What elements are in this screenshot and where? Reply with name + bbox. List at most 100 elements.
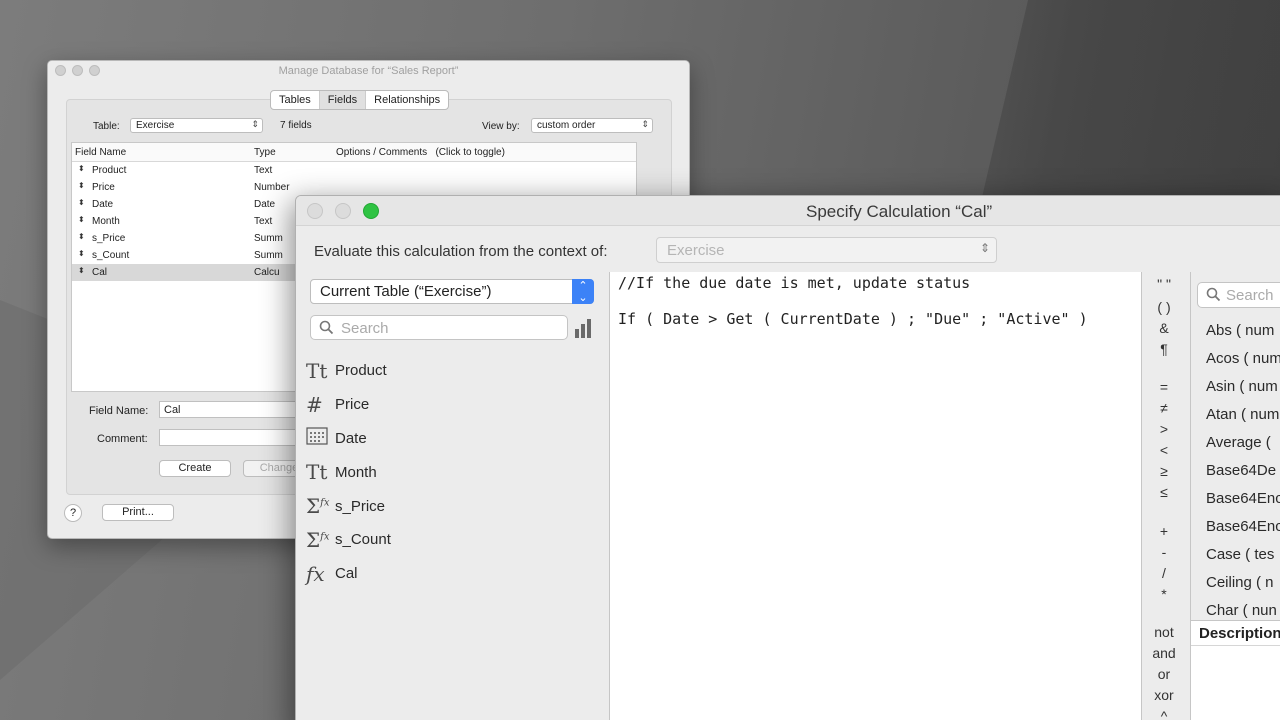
field-search-input[interactable]: Search <box>310 315 568 340</box>
operator-not[interactable]: not <box>1142 624 1186 640</box>
operator-or[interactable]: or <box>1142 666 1186 682</box>
search-icon <box>1206 287 1221 306</box>
column-header-type[interactable]: Type <box>254 147 276 158</box>
list-item[interactable]: # Price <box>306 388 391 422</box>
operator-power[interactable]: ^ <box>1142 708 1186 720</box>
minimize-button[interactable] <box>335 203 351 219</box>
list-item[interactable]: fx Cal <box>306 557 391 591</box>
operator-divide[interactable]: / <box>1142 565 1186 581</box>
fields-pane: Current Table (“Exercise”) ⌃ ⌄ Search Tt … <box>296 272 608 720</box>
specify-calculation-window: Specify Calculation “Cal” Evaluate this … <box>295 195 1280 720</box>
text-field-icon: Tt <box>306 358 328 383</box>
field-name-label: Field Name: <box>89 405 149 417</box>
field-type: Date <box>254 199 276 210</box>
print-button[interactable]: Print... <box>102 504 174 521</box>
tab-relationships[interactable]: Relationships <box>366 91 448 109</box>
view-by-value: custom order <box>537 120 596 131</box>
column-header-field-name[interactable]: Field Name <box>75 147 126 158</box>
table-row[interactable]: ⬍ Product Text <box>72 162 636 179</box>
drag-handle-icon[interactable]: ⬍ <box>78 266 85 275</box>
tab-fields[interactable]: Fields <box>319 91 367 109</box>
operator-minus[interactable]: - <box>1142 544 1186 560</box>
list-item[interactable]: Date <box>306 422 391 456</box>
formula-comment-line: //If the due date is met, update status <box>618 274 971 292</box>
operator-parentheses[interactable]: ( ) <box>1142 299 1186 315</box>
field-type: Calcu <box>254 267 280 278</box>
window-titlebar[interactable]: Specify Calculation “Cal” <box>296 196 1280 226</box>
table-select[interactable]: Current Table (“Exercise”) ⌃ ⌄ <box>310 279 594 304</box>
window-controls <box>307 203 379 219</box>
function-item[interactable]: Base64De <box>1206 462 1276 479</box>
field-name: Month <box>92 216 120 227</box>
drag-handle-icon[interactable]: ⬍ <box>78 164 85 173</box>
operator-quotes[interactable]: " " <box>1142 276 1186 292</box>
function-item[interactable]: Acos ( num <box>1206 350 1280 367</box>
table-select-value: Current Table (“Exercise”) <box>320 283 492 300</box>
operator-multiply[interactable]: * <box>1142 586 1186 602</box>
sort-bars-icon[interactable] <box>575 319 591 338</box>
drag-handle-icon[interactable]: ⬍ <box>78 198 85 207</box>
chevron-updown-icon[interactable]: ⌃ ⌄ <box>572 279 594 304</box>
create-button[interactable]: Create <box>159 460 231 477</box>
operator-concatenate[interactable]: & <box>1142 320 1186 336</box>
operator-greater-equal[interactable]: ≥ <box>1142 463 1186 479</box>
list-item[interactable]: Σfx s_Price <box>306 489 391 523</box>
drag-handle-icon[interactable]: ⬍ <box>78 232 85 241</box>
operator-pilcrow[interactable]: ¶ <box>1142 341 1186 357</box>
operator-not-equal[interactable]: ≠ <box>1142 400 1186 416</box>
operator-plus[interactable]: + <box>1142 523 1186 539</box>
function-item[interactable]: Atan ( num <box>1206 406 1279 423</box>
summary-field-icon: Σfx <box>306 494 330 519</box>
function-item[interactable]: Base64Enc <box>1206 490 1280 507</box>
function-item[interactable]: Case ( tes <box>1206 546 1274 563</box>
formula-editor[interactable]: //If the due date is met, update status … <box>609 272 1142 720</box>
number-field-icon: # <box>306 392 323 417</box>
field-type: Text <box>254 216 273 227</box>
field-name: Cal <box>335 565 358 583</box>
operator-xor[interactable]: xor <box>1142 687 1186 703</box>
table-header: Field Name Type Options / Comments (Clic… <box>72 143 636 162</box>
tab-tables[interactable]: Tables <box>271 91 320 109</box>
operator-and[interactable]: and <box>1142 645 1186 661</box>
list-item[interactable]: Tt Product <box>306 354 391 388</box>
zoom-button[interactable] <box>363 203 379 219</box>
list-item[interactable]: Σfx s_Count <box>306 523 391 557</box>
list-item[interactable]: Tt Month <box>306 455 391 489</box>
operator-equal[interactable]: = <box>1142 379 1186 395</box>
summary-field-icon: Σfx <box>306 527 330 552</box>
field-type: Summ <box>254 250 283 261</box>
function-search-input[interactable]: Search <box>1197 282 1280 308</box>
table-select[interactable]: Exercise ⇕ <box>130 118 263 133</box>
date-field-icon <box>306 426 335 450</box>
text-field-icon: Tt <box>306 460 328 485</box>
function-item[interactable]: Abs ( num <box>1206 322 1274 339</box>
drag-handle-icon[interactable]: ⬍ <box>78 215 85 224</box>
function-item[interactable]: Char ( nun <box>1206 602 1277 619</box>
table-row[interactable]: ⬍ Price Number <box>72 179 636 196</box>
field-name: Product <box>92 165 127 176</box>
operator-less-equal[interactable]: ≤ <box>1142 484 1186 500</box>
context-select-value: Exercise <box>667 242 725 259</box>
formula-code-line: If ( Date > Get ( CurrentDate ) ; "Due" … <box>618 310 1088 328</box>
operator-less[interactable]: < <box>1142 442 1186 458</box>
function-item[interactable]: Average ( <box>1206 434 1271 451</box>
function-item[interactable]: Base64Enc <box>1206 518 1280 535</box>
comment-label: Comment: <box>97 433 148 445</box>
close-button[interactable] <box>307 203 323 219</box>
context-select[interactable]: Exercise ⇕ <box>656 237 997 263</box>
view-by-label: View by: <box>482 121 520 132</box>
field-name: Month <box>335 463 377 481</box>
field-name: Cal <box>92 267 108 278</box>
window-titlebar[interactable]: Manage Database for “Sales Report” <box>48 61 689 82</box>
drag-handle-icon[interactable]: ⬍ <box>78 249 85 258</box>
context-label: Evaluate this calculation from the conte… <box>314 243 608 260</box>
field-name: s_Count <box>92 250 130 261</box>
operator-greater[interactable]: > <box>1142 421 1186 437</box>
function-item[interactable]: Ceiling ( n <box>1206 574 1274 591</box>
help-button[interactable]: ? <box>64 504 82 522</box>
view-by-select[interactable]: custom order ⇕ <box>531 118 653 133</box>
field-list: Tt Product # Price Date Tt Month Σfx s_P… <box>306 354 391 591</box>
function-item[interactable]: Asin ( num <box>1206 378 1278 395</box>
drag-handle-icon[interactable]: ⬍ <box>78 181 85 190</box>
column-header-options[interactable]: Options / Comments (Click to toggle) <box>336 147 505 158</box>
